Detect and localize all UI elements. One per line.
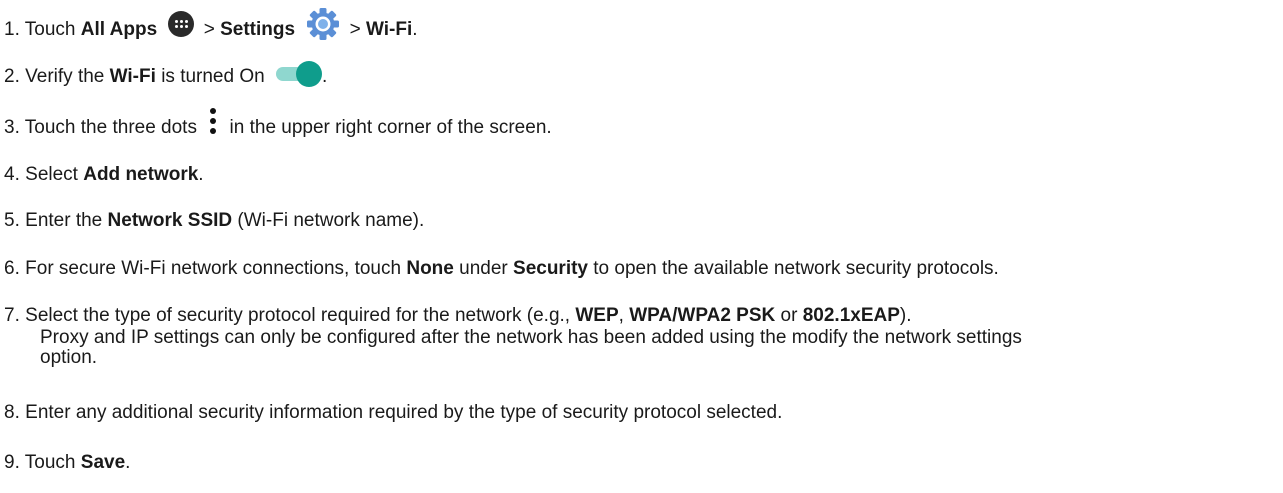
period: . — [321, 66, 328, 88]
add-network-label: Add network — [83, 164, 199, 185]
step-text: Select — [25, 164, 78, 185]
wep-label: WEP — [575, 305, 619, 326]
step-6: 6. For secure Wi-Fi network connections,… — [4, 258, 999, 280]
separator: > — [203, 19, 215, 41]
step-5: 5. Enter the Network SSID (Wi-Fi network… — [4, 210, 424, 232]
step-number: 2. — [4, 66, 20, 88]
step-number: 7. — [4, 305, 20, 326]
step-3: 3. Touch the three dots in the upper rig… — [4, 108, 552, 143]
all-apps-icon — [168, 11, 195, 37]
three-dots-menu-icon — [206, 107, 220, 137]
step-number: 6. — [4, 258, 20, 279]
separator: > — [349, 19, 361, 41]
step-9: 9. Touch Save. — [4, 452, 130, 474]
step-text: Enter any additional security informatio… — [25, 402, 783, 423]
none-label: None — [406, 258, 454, 279]
step-text: (Wi-Fi network name). — [237, 210, 425, 231]
step-text: under — [459, 258, 508, 279]
all-apps-label: All Apps — [80, 19, 158, 41]
step-text: Enter the — [25, 210, 103, 231]
step-number: 5. — [4, 210, 20, 231]
step-number: 1. — [4, 19, 20, 41]
settings-label: Settings — [220, 19, 296, 41]
security-label: Security — [513, 258, 588, 279]
step-text: is turned On — [161, 66, 265, 88]
save-label: Save — [80, 452, 126, 473]
step-text: in the upper right corner of the screen. — [229, 117, 552, 139]
wifi-label: Wi-Fi — [366, 19, 413, 41]
step-text: Touch the three dots — [24, 117, 197, 139]
period: . — [125, 452, 131, 473]
step-text: For secure Wi-Fi network connections, to… — [25, 258, 402, 279]
wifi-label: Wi-Fi — [109, 66, 156, 88]
step-number: 8. — [4, 402, 20, 423]
step-4: 4. Select Add network. — [4, 164, 204, 186]
step-text: Verify the — [25, 66, 105, 88]
step-text: to open the available network security p… — [593, 258, 999, 279]
step-text: Touch — [24, 452, 76, 473]
network-ssid-label: Network SSID — [107, 210, 233, 231]
step-number: 9. — [4, 452, 20, 473]
step-text: Touch — [24, 19, 76, 41]
toggle-on-icon — [275, 61, 322, 87]
comma: , — [618, 305, 624, 326]
step-7-note-line-2: option. — [40, 347, 98, 368]
period: . — [198, 164, 204, 185]
settings-gear-icon — [306, 7, 340, 41]
step-number: 4. — [4, 164, 20, 185]
step-1: 1. Touch All Apps > Settings > Wi-Fi. — [4, 8, 418, 47]
step-7-note-line-1: Proxy and IP settings can only be config… — [40, 327, 1022, 348]
wpa-psk-label: WPA/WPA2 PSK — [629, 305, 776, 326]
eap-label: 802.1xEAP — [802, 305, 900, 326]
period: . — [412, 19, 418, 41]
step-text: or — [780, 305, 798, 326]
step-number: 3. — [4, 117, 20, 139]
step-text: Select the type of security protocol req… — [25, 305, 571, 326]
step-8: 8. Enter any additional security informa… — [4, 402, 782, 424]
step-text: ). — [899, 305, 912, 326]
step-7: 7. Select the type of security protocol … — [4, 305, 912, 327]
step-2: 2. Verify the Wi-Fi is turned On . — [4, 61, 328, 90]
